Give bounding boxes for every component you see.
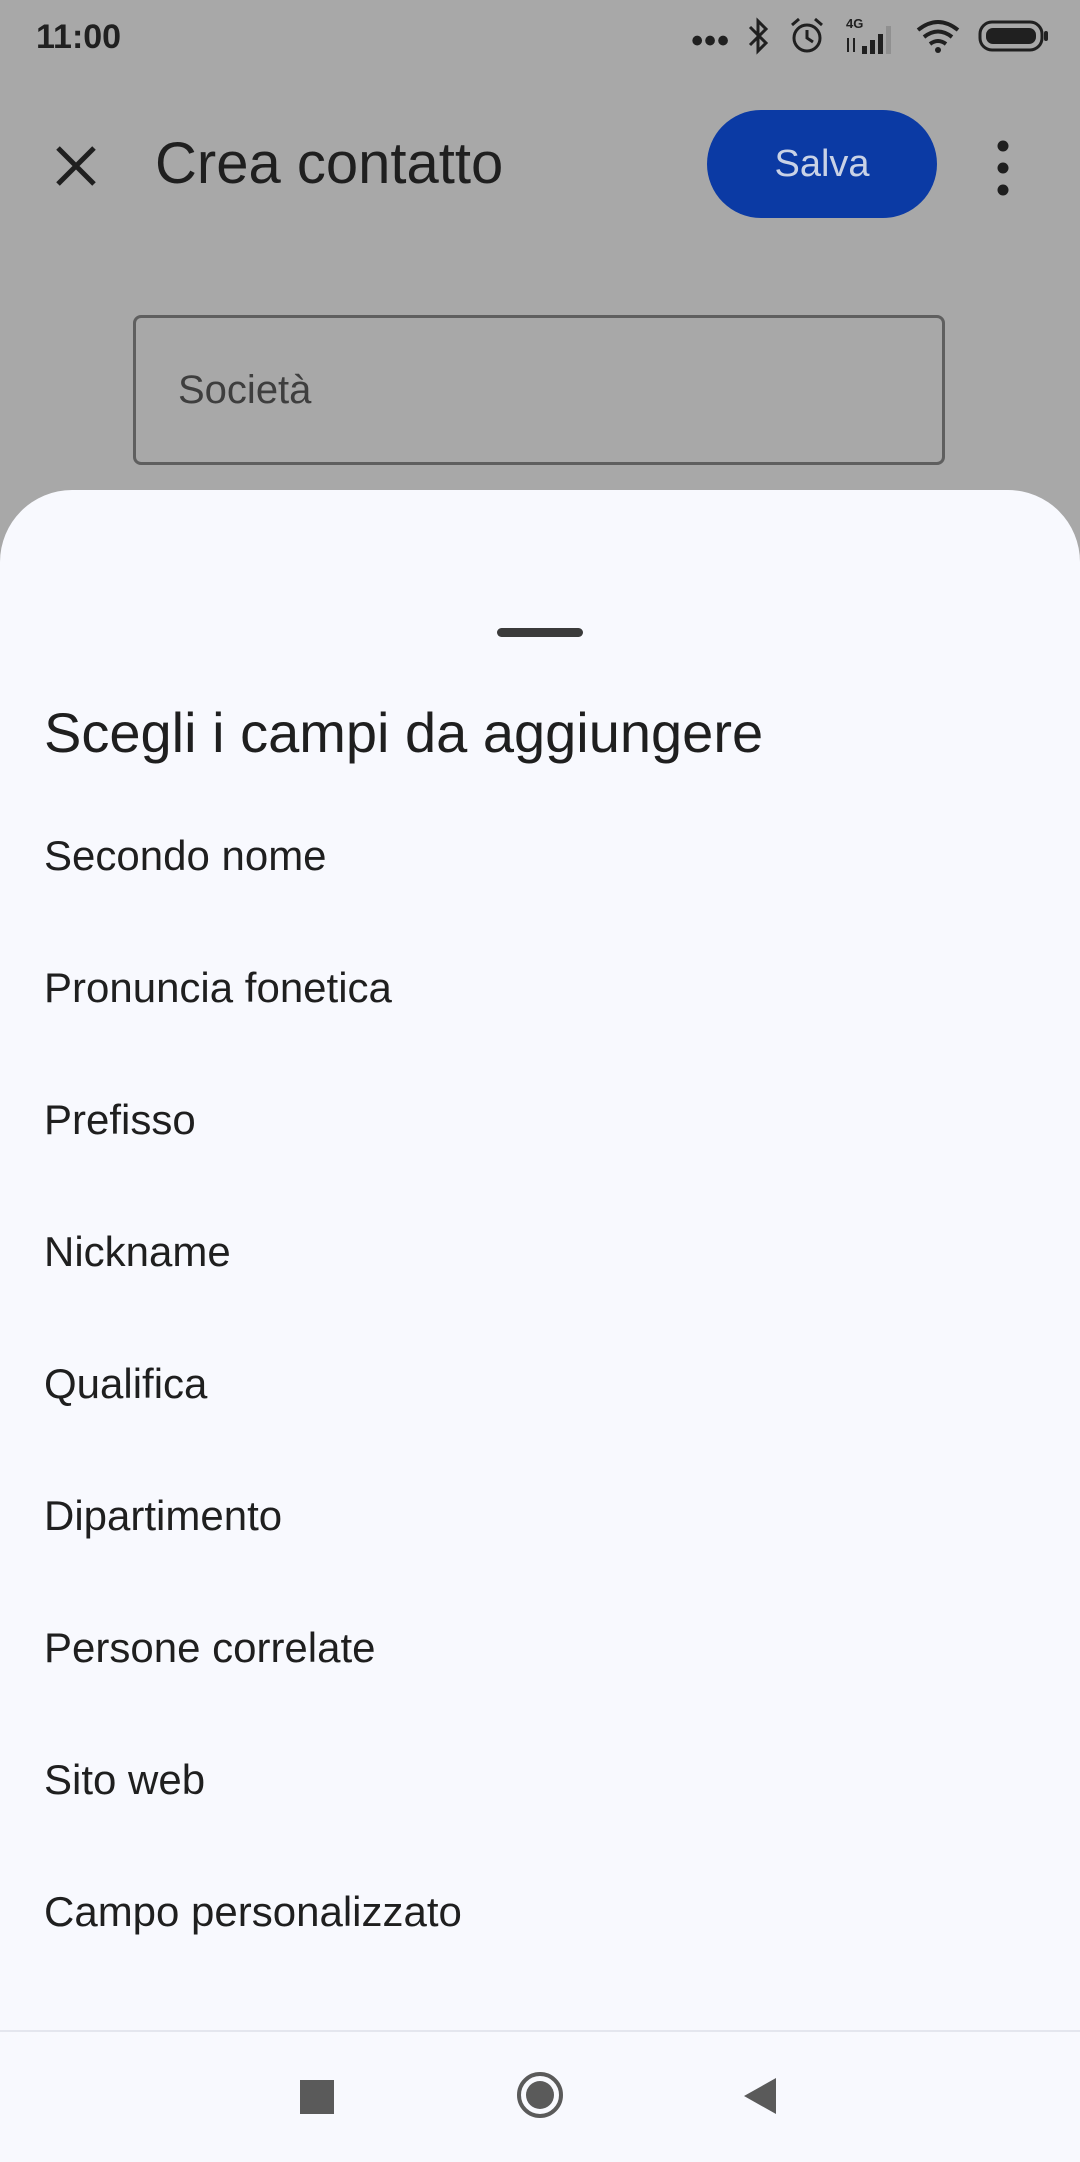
field-option-sito-web[interactable]: Sito web — [0, 1714, 1080, 1846]
close-icon — [56, 146, 96, 186]
field-option-dipartimento[interactable]: Dipartimento — [0, 1450, 1080, 1582]
back-icon — [744, 2078, 776, 2114]
recents-button[interactable] — [300, 2080, 334, 2114]
sheet-title: Scegli i campi da aggiungere — [44, 701, 764, 764]
battery-icon — [978, 18, 1050, 59]
field-option-secondo-nome[interactable]: Secondo nome — [0, 790, 1080, 922]
status-icons: ••• 4G — [691, 16, 1050, 60]
alarm-icon — [788, 16, 826, 61]
more-vert-icon — [997, 140, 1009, 196]
notification-dots: ••• — [691, 22, 730, 60]
sheet-drag-handle[interactable] — [497, 628, 583, 637]
field-options-list: Secondo nome Pronuncia fonetica Prefisso… — [0, 790, 1080, 1978]
status-bar: 11:00 ••• 4G — [0, 0, 1080, 80]
company-field-placeholder: Società — [178, 367, 312, 412]
status-time: 11:00 — [36, 18, 122, 56]
field-option-persone-correlate[interactable]: Persone correlate — [0, 1582, 1080, 1714]
company-field[interactable]: Società — [133, 315, 945, 465]
wifi-icon — [914, 16, 962, 61]
field-option-qualifica[interactable]: Qualifica — [0, 1318, 1080, 1450]
page-title: Crea contatto — [155, 131, 504, 196]
bluetooth-icon — [746, 16, 772, 61]
field-option-nickname[interactable]: Nickname — [0, 1186, 1080, 1318]
back-button[interactable] — [742, 2076, 778, 2116]
save-button[interactable]: Salva — [707, 110, 937, 218]
field-option-pronuncia-fonetica[interactable]: Pronuncia fonetica — [0, 922, 1080, 1054]
bottom-sheet: Scegli i campi da aggiungere Secondo nom… — [0, 490, 1080, 2160]
signal-icon: 4G — [842, 16, 898, 58]
field-option-campo-personalizzato[interactable]: Campo personalizzato — [0, 1846, 1080, 1978]
close-button[interactable] — [48, 138, 104, 194]
home-button[interactable] — [515, 2070, 565, 2120]
home-icon — [517, 2072, 563, 2118]
field-option-prefisso[interactable]: Prefisso — [0, 1054, 1080, 1186]
app-bar: Crea contatto Salva — [0, 90, 1080, 240]
more-options-button[interactable] — [985, 134, 1021, 202]
navigation-bar — [0, 2030, 1080, 2162]
